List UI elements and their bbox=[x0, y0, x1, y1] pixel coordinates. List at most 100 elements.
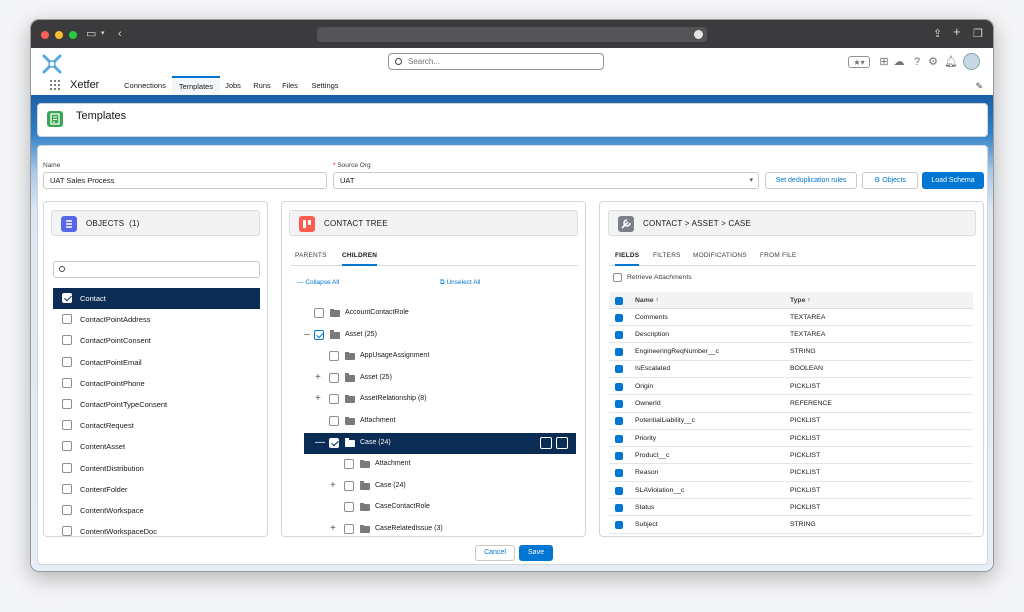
object-list-item[interactable]: ContactPointTypeConsent bbox=[53, 394, 260, 415]
expand-icon[interactable]: + bbox=[330, 523, 336, 534]
share-icon[interactable]: ⇪ bbox=[933, 27, 942, 41]
chevron-left-icon[interactable]: ‹ bbox=[118, 27, 122, 41]
field-checkbox[interactable] bbox=[615, 417, 623, 426]
object-search-input[interactable] bbox=[53, 261, 260, 278]
zoom-window-button[interactable] bbox=[69, 31, 77, 39]
object-checkbox[interactable] bbox=[62, 420, 72, 431]
object-checkbox[interactable] bbox=[62, 441, 72, 452]
object-list-item[interactable]: ContactRequest bbox=[53, 415, 260, 436]
tree-checkbox[interactable] bbox=[329, 372, 339, 383]
field-row[interactable]: PotentialLiability__c PICKLIST bbox=[609, 413, 973, 430]
tree-checkbox[interactable] bbox=[344, 502, 354, 513]
collapse-icon[interactable]: — bbox=[304, 329, 310, 340]
object-list-item[interactable]: ContentWorkspace bbox=[53, 500, 260, 521]
field-row[interactable]: IsEscalated BOOLEAN bbox=[609, 361, 973, 378]
tree-checkbox[interactable] bbox=[344, 459, 354, 470]
field-checkbox[interactable] bbox=[615, 503, 623, 512]
collapse-all-link[interactable]: — Collapse All bbox=[297, 279, 339, 286]
edit-nav-pencil-icon[interactable]: ✎ bbox=[975, 81, 983, 92]
object-checkbox[interactable] bbox=[62, 399, 72, 409]
unselect-all-link[interactable]: ⧉ Unselect All bbox=[440, 279, 480, 287]
field-row[interactable]: Description TEXTAREA bbox=[609, 326, 973, 344]
tab-fields[interactable]: FIELDS bbox=[615, 252, 640, 266]
object-checkbox[interactable] bbox=[62, 526, 72, 537]
field-checkbox[interactable] bbox=[615, 469, 623, 478]
field-row[interactable]: EngineeringReqNumber__c STRING bbox=[609, 344, 973, 361]
nav-tab-templates[interactable]: Templates bbox=[172, 76, 220, 97]
global-search-input[interactable]: Search... bbox=[388, 53, 604, 70]
chevron-down-icon[interactable]: ▾ bbox=[101, 27, 105, 41]
tree-checkbox[interactable] bbox=[329, 351, 339, 362]
field-checkbox[interactable] bbox=[615, 365, 623, 374]
object-checkbox[interactable] bbox=[62, 462, 72, 473]
nav-tab-files[interactable]: Files bbox=[278, 76, 302, 97]
field-row[interactable]: Priority PICKLIST bbox=[609, 430, 973, 448]
field-row[interactable]: Subject STRING bbox=[609, 517, 973, 534]
tree-row[interactable]: — Asset (25) bbox=[304, 325, 576, 346]
field-checkbox[interactable] bbox=[615, 486, 623, 495]
expand-icon[interactable]: + bbox=[330, 480, 336, 491]
object-list-item[interactable]: Contact bbox=[53, 288, 260, 309]
object-checkbox[interactable] bbox=[62, 356, 72, 367]
field-checkbox[interactable] bbox=[615, 521, 623, 530]
minimize-window-button[interactable] bbox=[55, 31, 63, 39]
tree-checkbox[interactable] bbox=[344, 524, 354, 534]
sidebar-icon[interactable]: ▭ bbox=[86, 27, 96, 41]
tree-checkbox[interactable] bbox=[329, 394, 339, 405]
tree-row[interactable]: + Case (24) bbox=[304, 476, 576, 497]
field-row[interactable]: Status PICKLIST bbox=[609, 499, 973, 517]
tree-checkbox[interactable] bbox=[314, 308, 324, 318]
field-checkbox[interactable] bbox=[615, 451, 623, 460]
field-checkbox[interactable] bbox=[615, 313, 623, 322]
tab-children[interactable]: CHILDREN bbox=[342, 252, 378, 266]
save-button[interactable]: Save bbox=[519, 545, 553, 561]
field-checkbox[interactable] bbox=[615, 434, 623, 443]
tree-checkbox[interactable] bbox=[344, 480, 354, 491]
tree-row[interactable]: AccountContactRole bbox=[304, 303, 576, 324]
copy-icon[interactable] bbox=[556, 436, 568, 449]
tree-row[interactable]: — Case (24) bbox=[304, 432, 576, 454]
object-list-item[interactable]: ContactPointAddress bbox=[53, 309, 260, 330]
objects-button[interactable]: ⚙ Objects bbox=[862, 172, 918, 189]
column-name[interactable]: Name ↑ bbox=[635, 297, 659, 304]
tree-row[interactable]: AppUsageAssignment bbox=[304, 346, 576, 367]
page-menu-icon[interactable] bbox=[694, 30, 703, 39]
source-org-select[interactable]: UAT ▾ bbox=[333, 172, 759, 189]
collapse-icon[interactable]: — bbox=[315, 437, 325, 448]
object-list-item[interactable]: ContentDistribution bbox=[53, 458, 260, 479]
object-checkbox[interactable] bbox=[62, 293, 72, 303]
field-checkbox[interactable] bbox=[615, 330, 623, 339]
tab-from-file[interactable]: FROM FILE bbox=[760, 252, 796, 259]
avatar[interactable] bbox=[963, 53, 980, 70]
address-bar[interactable] bbox=[317, 27, 707, 42]
tree-checkbox[interactable] bbox=[329, 416, 339, 426]
app-launcher-icon[interactable] bbox=[50, 80, 61, 91]
help-icon[interactable]: ? bbox=[911, 56, 923, 68]
tree-checkbox[interactable] bbox=[329, 437, 339, 448]
tree-row[interactable]: + CaseRelatedIssue (3) bbox=[304, 519, 576, 537]
expand-icon[interactable]: + bbox=[315, 372, 321, 383]
tab-filters[interactable]: FILTERS bbox=[653, 252, 681, 259]
setup-icon[interactable]: ⚙ bbox=[927, 56, 939, 68]
field-checkbox[interactable] bbox=[615, 348, 623, 357]
field-row[interactable]: OwnerId REFERENCE bbox=[609, 396, 973, 413]
cloud-icon[interactable]: ☁ bbox=[893, 56, 905, 68]
object-checkbox[interactable] bbox=[62, 314, 72, 325]
add-icon[interactable]: ⊞ bbox=[878, 56, 890, 68]
tree-row[interactable]: + Asset (25) bbox=[304, 368, 576, 389]
bell-icon[interactable]: 🔔︎ bbox=[944, 56, 958, 68]
object-list-item[interactable]: ContactPointPhone bbox=[53, 373, 260, 394]
cancel-button[interactable]: Cancel bbox=[475, 545, 515, 561]
field-row[interactable]: Product__c PICKLIST bbox=[609, 447, 973, 465]
field-row[interactable]: Reason PICKLIST bbox=[609, 465, 973, 482]
object-list-item[interactable]: ContentFolder bbox=[53, 479, 260, 500]
tree-row[interactable]: Attachment bbox=[304, 454, 576, 475]
field-checkbox[interactable] bbox=[615, 382, 623, 391]
object-list-item[interactable]: ContactPointEmail bbox=[53, 352, 260, 373]
name-input[interactable]: UAT Sales Process bbox=[43, 172, 327, 189]
tree-row[interactable]: + AssetRelationship (8) bbox=[304, 389, 576, 410]
field-row[interactable]: SLAViolation__c PICKLIST bbox=[609, 482, 973, 499]
field-checkbox[interactable] bbox=[615, 400, 623, 408]
tab-parents[interactable]: PARENTS bbox=[295, 252, 327, 259]
load-schema-button[interactable]: Load Schema bbox=[922, 172, 984, 189]
